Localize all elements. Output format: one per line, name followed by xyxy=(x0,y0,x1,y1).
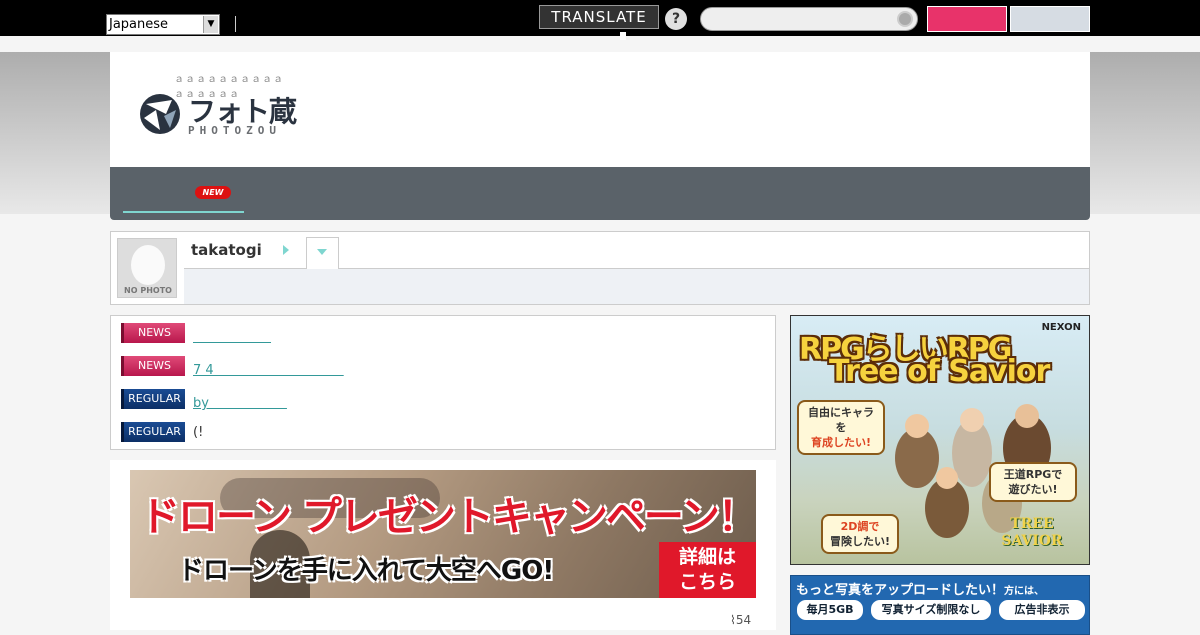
chevron-down-icon: ▼ xyxy=(203,16,218,33)
list-item: REGULAR (! xyxy=(121,422,761,442)
mouse-cursor-icon xyxy=(620,32,626,40)
upload-ad-title-main: もっと写真をアップロードしたい！ xyxy=(796,583,1005,598)
avatar-placeholder-icon xyxy=(131,245,165,285)
news-text: (! xyxy=(193,425,204,440)
tree-of-savior-logo: TREE SAVIOR xyxy=(987,516,1077,558)
main-navigation: NEW xyxy=(110,167,1090,220)
clip-count-value: 54 xyxy=(735,613,752,627)
tos-logo-line1: TREE xyxy=(1010,516,1054,532)
news-list: NEWS NEWS 7 4 REGULAR by REGULAR (! xyxy=(110,315,776,450)
chevron-down-icon xyxy=(317,249,327,255)
ad-bubble-1: 自由にキャラを 育成したい! xyxy=(797,400,885,455)
clip-count[interactable]: ⌇54 xyxy=(730,613,751,627)
premium-upload-ad[interactable]: もっと写真をアップロードしたい！方には、 毎月5GB 写真サイズ制限なし 広告非… xyxy=(790,575,1090,635)
news-link[interactable] xyxy=(193,326,271,345)
upload-tag-storage: 毎月5GB xyxy=(797,600,863,620)
banner-button-line2: こちら xyxy=(678,571,736,593)
login-button[interactable] xyxy=(1010,6,1090,32)
logo-text-en: PHOTOZOU xyxy=(188,124,281,137)
search-input[interactable] xyxy=(700,7,918,31)
user-menu-dropdown[interactable] xyxy=(306,237,339,269)
translate-button[interactable]: TRANSLATE xyxy=(539,5,659,29)
banner-button-line1: 詳細は xyxy=(678,546,736,568)
news-badge: NEWS xyxy=(121,323,185,343)
top-bar: Japanese ▼ TRANSLATE ? xyxy=(0,0,1200,40)
chevron-right-icon[interactable] xyxy=(283,245,289,255)
language-select[interactable]: Japanese ▼ xyxy=(106,14,220,35)
nav-active-indicator xyxy=(123,211,244,213)
drone-campaign-banner[interactable]: ドローン プレゼントキャンペーン！ ドローンを手に入れて大空へGO! 詳細は こ… xyxy=(130,470,756,598)
news-link[interactable]: by xyxy=(193,392,287,411)
divider xyxy=(235,16,236,32)
regular-badge: REGULAR xyxy=(121,422,185,442)
nexon-logo: NEXON xyxy=(1041,322,1081,333)
aperture-logo-icon xyxy=(140,94,180,134)
banner-title: ドローン プレゼントキャンペーン！ xyxy=(140,494,756,540)
banner-details-button[interactable]: 詳細は こちら xyxy=(659,542,756,598)
tos-logo-line2: SAVIOR xyxy=(1001,533,1063,549)
ad-bubble-2: 王道RPGで 遊びたい! xyxy=(989,462,1077,502)
help-icon[interactable]: ? xyxy=(665,8,687,30)
upload-tag-size: 写真サイズ制限なし xyxy=(871,600,991,620)
avatar-label: NO PHOTO xyxy=(124,286,172,295)
username[interactable]: takatogi xyxy=(191,241,262,259)
user-subnav xyxy=(184,268,1089,304)
bubble-2-line2: 遊びたい! xyxy=(1008,483,1058,496)
new-badge: NEW xyxy=(195,186,231,199)
content-card: ドローン プレゼントキャンペーン！ ドローンを手に入れて大空へGO! 詳細は こ… xyxy=(110,460,776,630)
avatar[interactable]: NO PHOTO xyxy=(117,238,177,298)
ad-title-line2: Tree of Savior xyxy=(829,354,1050,389)
bubble-3-line1: 2D調で xyxy=(840,520,880,533)
language-select-value: Japanese xyxy=(109,17,169,32)
bubble-3-line2: 冒険したい! xyxy=(829,535,891,548)
site-logo[interactable]: フォト蔵 PHOTOZOU xyxy=(136,90,316,138)
bubble-1-line2: 育成したい! xyxy=(810,436,872,449)
search-icon[interactable] xyxy=(897,11,913,27)
bubble-2-line1: 王道RPGで xyxy=(1003,468,1063,481)
list-item: REGULAR by xyxy=(121,389,761,411)
upload-ad-title: もっと写真をアップロードしたい！方には、 xyxy=(796,579,1044,598)
upload-ad-title-suffix: 方には、 xyxy=(1004,586,1045,597)
list-item: NEWS 7 4 xyxy=(121,356,761,378)
signup-button[interactable] xyxy=(927,6,1007,32)
news-badge: NEWS xyxy=(121,356,185,376)
ad-bubble-3: 2D調で 冒険したい! xyxy=(821,514,899,554)
bubble-1-line1: 自由にキャラを xyxy=(808,406,874,434)
banner-subtitle: ドローンを手に入れて大空へGO! xyxy=(178,556,554,586)
news-link[interactable]: 7 4 xyxy=(193,359,344,378)
upload-tag-no-ads: 広告非表示 xyxy=(999,600,1085,620)
user-profile-bar: NO PHOTO takatogi xyxy=(110,231,1090,305)
regular-badge: REGULAR xyxy=(121,389,185,409)
list-item: NEWS xyxy=(121,323,761,343)
tree-of-savior-ad[interactable]: NEXON RPGらしいRPG Tree of Savior 自由にキャラを 育… xyxy=(790,315,1090,565)
